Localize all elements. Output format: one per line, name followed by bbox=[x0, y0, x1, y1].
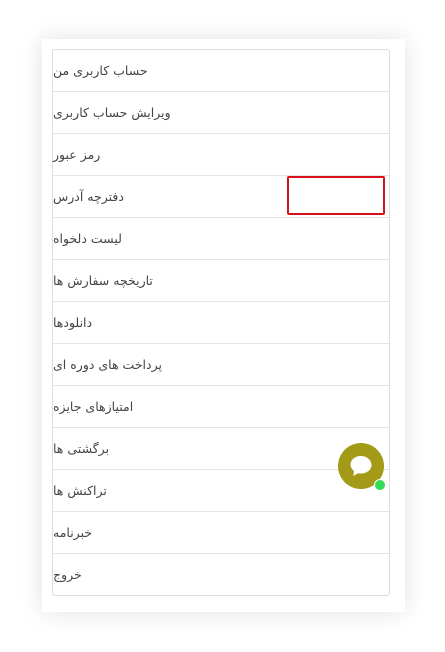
menu-item-newsletter[interactable]: خبرنامه bbox=[53, 512, 389, 554]
menu-item-label: برگشتی ها bbox=[53, 441, 110, 456]
menu-item-label: تاریخچه سفارش ها bbox=[53, 273, 153, 288]
menu-item-label: حساب کاربری من bbox=[53, 63, 148, 78]
menu-item-transactions[interactable]: تراکنش ها bbox=[53, 470, 389, 512]
menu-item-wishlist[interactable]: لیست دلخواه bbox=[53, 218, 389, 260]
menu-item-label: لیست دلخواه bbox=[53, 231, 122, 246]
menu-item-label: پرداخت های دوره ای bbox=[53, 357, 162, 372]
account-menu-card: حساب کاربری من ویرایش حساب کاربری رمز عب… bbox=[42, 39, 405, 612]
menu-item-downloads[interactable]: دانلودها bbox=[53, 302, 389, 344]
menu-item-label: دفترچه آدرس bbox=[53, 189, 124, 204]
menu-item-label: امتیازهای جایزه bbox=[53, 399, 134, 414]
menu-item-label: دانلودها bbox=[53, 315, 93, 330]
menu-item-my-account[interactable]: حساب کاربری من bbox=[53, 50, 389, 92]
menu-item-password[interactable]: رمز عبور bbox=[53, 134, 389, 176]
menu-item-recurring-payments[interactable]: پرداخت های دوره ای bbox=[53, 344, 389, 386]
menu-item-address-book[interactable]: دفترچه آدرس bbox=[53, 176, 389, 218]
menu-item-edit-account[interactable]: ویرایش حساب کاربری bbox=[53, 92, 389, 134]
menu-item-label: تراکنش ها bbox=[53, 483, 107, 498]
chat-bubble-icon bbox=[350, 456, 372, 476]
menu-item-label: خبرنامه bbox=[53, 525, 93, 540]
menu-item-label: خروج bbox=[53, 567, 82, 582]
menu-item-logout[interactable]: خروج bbox=[53, 554, 389, 595]
menu-item-reward-points[interactable]: امتیازهای جایزه bbox=[53, 386, 389, 428]
menu-item-label: ویرایش حساب کاربری bbox=[53, 105, 171, 120]
account-menu-list: حساب کاربری من ویرایش حساب کاربری رمز عب… bbox=[52, 49, 390, 596]
online-status-indicator bbox=[374, 479, 386, 491]
menu-item-label: رمز عبور bbox=[53, 147, 101, 162]
menu-item-order-history[interactable]: تاریخچه سفارش ها bbox=[53, 260, 389, 302]
